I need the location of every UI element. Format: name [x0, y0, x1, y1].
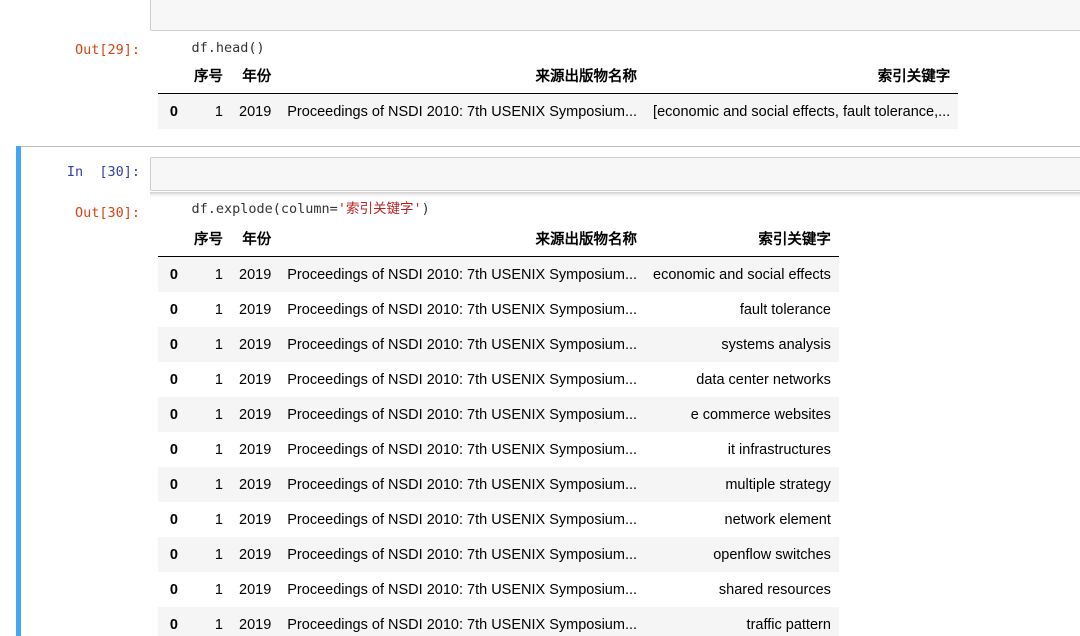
header-row: 序号 年份 来源出版物名称 索引关键字: [158, 57, 959, 94]
table-cell: Proceedings of NSDI 2010: 7th USENIX Sym…: [287, 301, 638, 318]
table-cell: 1: [214, 581, 223, 598]
table-cell: 1: [214, 511, 223, 528]
table-row: 0 1 2019 Proceedings of NSDI 2010: 7th USEN…: [158, 607, 839, 636]
table-cell: 1: [214, 103, 223, 120]
table-cell: Proceedings of NSDI 2010: 7th USENIX Sym…: [287, 476, 638, 493]
column-header: 序号: [186, 57, 231, 94]
table-cell: e commerce websites: [690, 406, 831, 423]
row-index: 0: [169, 476, 178, 493]
table-row: 0 1 2019 Proceedings of NSDI 2010: 7th USEN…: [158, 93, 959, 129]
code-suffix: ): [421, 201, 430, 217]
table-cell: 2019: [239, 441, 272, 458]
row-index: 0: [169, 103, 178, 120]
column-header: 索引关键字: [645, 220, 839, 257]
table-cell: 2019: [239, 336, 272, 353]
table-row: 0 1 2019 Proceedings of NSDI 2010: 7th USEN…: [158, 327, 839, 362]
index-header: [158, 57, 186, 94]
code-prefix: df.explode(column=: [191, 201, 338, 217]
table-cell: Proceedings of NSDI 2010: 7th USENIX Sym…: [287, 266, 638, 283]
row-index: 0: [169, 616, 178, 633]
table-row: 0 1 2019 Proceedings of NSDI 2010: 7th USEN…: [158, 362, 839, 397]
table-cell: 2019: [239, 266, 272, 283]
table-cell: 1: [214, 301, 223, 318]
row-index: 0: [169, 371, 178, 388]
table-cell: Proceedings of NSDI 2010: 7th USENIX Sym…: [287, 103, 638, 120]
dataframe-output-29: 序号 年份 来源出版物名称 索引关键字 0 1 2019 Proceedings of NS…: [158, 57, 959, 129]
output-area-shadow: [150, 192, 1080, 198]
header-row: 序号 年份 来源出版物名称 索引关键字: [158, 220, 839, 257]
code-string: '索引关键字': [337, 201, 422, 217]
table-row: 0 1 2019 Proceedings of NSDI 2010: 7th USEN…: [158, 256, 839, 292]
table-cell: Proceedings of NSDI 2010: 7th USENIX Sym…: [287, 336, 638, 353]
table-cell: 2019: [239, 103, 272, 120]
table-row: 0 1 2019 Proceedings of NSDI 2010: 7th USEN…: [158, 397, 839, 432]
table-cell: economic and social effects: [653, 266, 831, 283]
row-index: 0: [169, 441, 178, 458]
table-cell: 2019: [239, 371, 272, 388]
table-cell: 1: [214, 546, 223, 563]
notebook: df.head() Out[29]: 序号 年份 来源出版物名称 索引关键字 0 1 20…: [0, 0, 1080, 636]
table-cell: 2019: [239, 546, 272, 563]
row-index: 0: [169, 581, 178, 598]
table-cell: Proceedings of NSDI 2010: 7th USENIX Sym…: [287, 371, 638, 388]
column-header: 来源出版物名称: [279, 57, 646, 94]
dataframe-output-30: 序号 年份 来源出版物名称 索引关键字 0 1 2019 Proceedings of NS…: [158, 220, 839, 636]
in-prompt-30: In [30]:: [66, 164, 140, 180]
table-cell: 2019: [239, 511, 272, 528]
row-index: 0: [169, 511, 178, 528]
table-cell: multiple strategy: [725, 476, 831, 493]
table-cell: 1: [214, 441, 223, 458]
table-cell: traffic pattern: [746, 616, 831, 633]
table-cell: Proceedings of NSDI 2010: 7th USENIX Sym…: [287, 406, 638, 423]
table-row: 0 1 2019 Proceedings of NSDI 2010: 7th USEN…: [158, 502, 839, 537]
table-cell: 1: [214, 406, 223, 423]
row-index: 0: [169, 336, 178, 353]
table-cell: Proceedings of NSDI 2010: 7th USENIX Sym…: [287, 511, 638, 528]
table-row: 0 1 2019 Proceedings of NSDI 2010: 7th USEN…: [158, 537, 839, 572]
column-header: 序号: [186, 220, 231, 257]
row-index: 0: [169, 266, 178, 283]
table-cell: 1: [214, 266, 223, 283]
table-cell: 1: [214, 336, 223, 353]
row-index: 0: [169, 406, 178, 423]
out-prompt-30: Out[30]:: [74, 205, 140, 221]
table-cell: fault tolerance: [739, 301, 831, 318]
table-cell: openflow switches: [713, 546, 831, 563]
table-cell: 1: [214, 476, 223, 493]
table-row: 0 1 2019 Proceedings of NSDI 2010: 7th USEN…: [158, 467, 839, 502]
table-cell: 2019: [239, 476, 272, 493]
code-text: df.head(): [191, 40, 265, 56]
table-cell: Proceedings of NSDI 2010: 7th USENIX Sym…: [287, 441, 638, 458]
row-index: 0: [169, 546, 178, 563]
table-cell: 1: [214, 371, 223, 388]
table-cell: 2019: [239, 581, 272, 598]
table-cell: Proceedings of NSDI 2010: 7th USENIX Sym…: [287, 616, 638, 633]
table-cell: Proceedings of NSDI 2010: 7th USENIX Sym…: [287, 546, 638, 563]
table-cell: 1: [214, 616, 223, 633]
table-cell: it infrastructures: [727, 441, 831, 458]
column-header: 来源出版物名称: [279, 220, 646, 257]
index-header: [158, 220, 186, 257]
table-cell: 2019: [239, 301, 272, 318]
code-input-cell-29[interactable]: df.head(): [150, 0, 1080, 56]
column-header: 年份: [231, 220, 280, 257]
column-header: 索引关键字: [645, 57, 959, 94]
table-cell: shared resources: [718, 581, 831, 598]
table-row: 0 1 2019 Proceedings of NSDI 2010: 7th USEN…: [158, 572, 839, 607]
table-cell: systems analysis: [721, 336, 831, 353]
code-input-cell-30[interactable]: df.explode(column='索引关键字'): [150, 157, 1080, 217]
table-cell: Proceedings of NSDI 2010: 7th USENIX Sym…: [287, 581, 638, 598]
table-cell: [economic and social effects, fault tole…: [653, 103, 951, 120]
out-prompt-29: Out[29]:: [74, 42, 140, 58]
table-row: 0 1 2019 Proceedings of NSDI 2010: 7th USEN…: [158, 432, 839, 467]
row-index: 0: [169, 301, 178, 318]
table-row: 0 1 2019 Proceedings of NSDI 2010: 7th USEN…: [158, 292, 839, 327]
table-cell: network element: [724, 511, 831, 528]
table-cell: 2019: [239, 406, 272, 423]
table-cell: 2019: [239, 616, 272, 633]
column-header: 年份: [231, 57, 280, 94]
table-cell: data center networks: [696, 371, 831, 388]
